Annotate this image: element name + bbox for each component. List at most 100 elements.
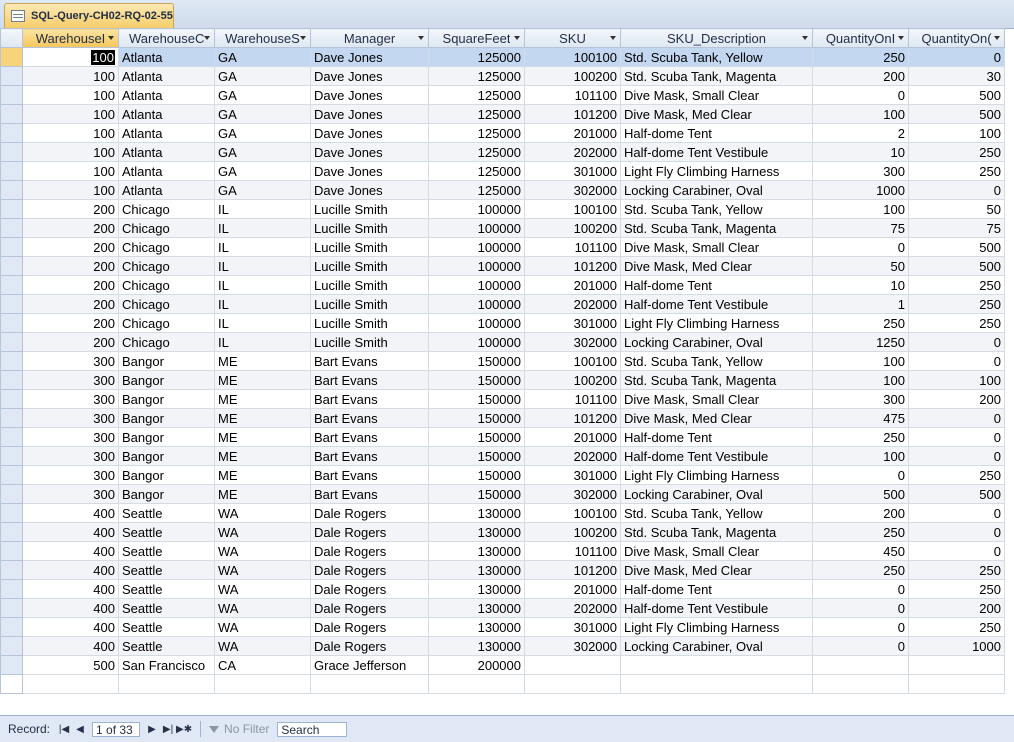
search-input[interactable]: Search xyxy=(277,721,348,737)
table-cell[interactable]: Std. Scuba Tank, Magenta xyxy=(620,370,813,390)
row-selector[interactable] xyxy=(0,275,23,295)
table-cell[interactable]: 300 xyxy=(22,389,119,409)
table-cell[interactable]: Dale Rogers xyxy=(310,617,429,637)
table-cell[interactable]: 100 xyxy=(22,47,119,67)
table-cell[interactable]: 400 xyxy=(22,503,119,523)
table-cell[interactable]: Half-dome Tent xyxy=(620,275,813,295)
table-row[interactable]: 100 Atlanta GA Dave Jones 125000 101100 Dive M… xyxy=(0,85,1005,105)
table-cell[interactable]: 500 xyxy=(908,256,1005,276)
table-cell[interactable]: 50 xyxy=(908,199,1005,219)
table-cell[interactable]: 100000 xyxy=(428,199,525,219)
table-cell[interactable]: Chicago xyxy=(118,237,215,257)
column-header[interactable]: SKU xyxy=(524,28,621,48)
table-cell[interactable]: 1000 xyxy=(812,180,909,200)
table-cell[interactable]: 250 xyxy=(908,617,1005,637)
table-cell[interactable]: 0 xyxy=(812,598,909,618)
table-cell[interactable]: 101100 xyxy=(524,85,621,105)
table-cell[interactable]: 100200 xyxy=(524,522,621,542)
table-row[interactable]: 200 Chicago IL Lucille Smith 100000 100200 Std… xyxy=(0,218,1005,238)
table-cell[interactable]: 100 xyxy=(22,66,119,86)
row-selector[interactable] xyxy=(0,617,23,637)
row-selector[interactable] xyxy=(0,408,23,428)
table-cell[interactable] xyxy=(812,655,909,675)
table-cell[interactable]: 100100 xyxy=(524,47,621,67)
table-cell[interactable]: Atlanta xyxy=(118,66,215,86)
table-cell[interactable]: Half-dome Tent Vestibule xyxy=(620,142,813,162)
table-cell[interactable]: 125000 xyxy=(428,47,525,67)
table-cell[interactable]: Dave Jones xyxy=(310,161,429,181)
table-cell[interactable]: Grace Jefferson xyxy=(310,655,429,675)
table-cell[interactable] xyxy=(428,674,525,694)
table-cell[interactable]: IL xyxy=(214,313,311,333)
table-row[interactable]: 100 Atlanta GA Dave Jones 125000 101200 Dive M… xyxy=(0,104,1005,124)
table-cell[interactable]: 100 xyxy=(812,351,909,371)
table-row[interactable]: 400 Seattle WA Dale Rogers 130000 100100 Std. … xyxy=(0,503,1005,523)
table-cell[interactable]: 200 xyxy=(22,218,119,238)
table-cell[interactable]: Bangor xyxy=(118,484,215,504)
table-cell[interactable]: Std. Scuba Tank, Magenta xyxy=(620,218,813,238)
table-cell[interactable] xyxy=(118,674,215,694)
table-cell[interactable]: Bart Evans xyxy=(310,351,429,371)
table-cell[interactable]: 0 xyxy=(812,617,909,637)
table-cell[interactable] xyxy=(908,655,1005,675)
table-cell[interactable]: 400 xyxy=(22,579,119,599)
table-cell[interactable]: 101100 xyxy=(524,237,621,257)
table-cell[interactable]: 100 xyxy=(22,142,119,162)
table-row[interactable]: 100 Atlanta GA Dave Jones 125000 100100 Std. S… xyxy=(0,47,1005,67)
table-cell[interactable]: 250 xyxy=(812,313,909,333)
table-cell[interactable]: Seattle xyxy=(118,503,215,523)
table-cell[interactable]: 500 xyxy=(908,85,1005,105)
table-cell[interactable]: Dave Jones xyxy=(310,66,429,86)
table-cell[interactable]: Atlanta xyxy=(118,142,215,162)
table-cell[interactable]: 201000 xyxy=(524,427,621,447)
table-cell[interactable]: 400 xyxy=(22,617,119,637)
table-cell[interactable]: 2 xyxy=(812,123,909,143)
table-cell[interactable]: Bangor xyxy=(118,408,215,428)
table-cell[interactable]: 201000 xyxy=(524,579,621,599)
table-cell[interactable]: 250 xyxy=(812,427,909,447)
table-cell[interactable]: 150000 xyxy=(428,389,525,409)
table-cell[interactable]: GA xyxy=(214,47,311,67)
table-cell[interactable]: 500 xyxy=(908,484,1005,504)
table-cell[interactable]: Dale Rogers xyxy=(310,503,429,523)
table-cell[interactable]: Dale Rogers xyxy=(310,636,429,656)
table-cell[interactable]: ME xyxy=(214,446,311,466)
table-cell[interactable]: 0 xyxy=(908,351,1005,371)
table-cell[interactable]: Lucille Smith xyxy=(310,218,429,238)
table-row[interactable]: 400 Seattle WA Dale Rogers 130000 101200 Dive … xyxy=(0,560,1005,580)
table-cell[interactable]: Chicago xyxy=(118,275,215,295)
table-cell[interactable]: 200 xyxy=(22,332,119,352)
select-all-corner[interactable] xyxy=(0,28,23,48)
table-cell[interactable] xyxy=(908,674,1005,694)
current-record-field[interactable]: 1 of 33 xyxy=(92,721,141,737)
table-cell[interactable]: 100000 xyxy=(428,256,525,276)
table-row[interactable]: 200 Chicago IL Lucille Smith 100000 101100 Div… xyxy=(0,237,1005,257)
table-cell[interactable]: Locking Carabiner, Oval xyxy=(620,484,813,504)
table-cell[interactable]: 130000 xyxy=(428,560,525,580)
row-selector[interactable] xyxy=(0,161,23,181)
table-cell[interactable]: Dale Rogers xyxy=(310,541,429,561)
table-cell[interactable]: ME xyxy=(214,370,311,390)
table-cell[interactable]: 200 xyxy=(22,294,119,314)
row-selector[interactable] xyxy=(0,237,23,257)
table-cell[interactable]: 500 xyxy=(22,655,119,675)
table-cell[interactable]: 125000 xyxy=(428,161,525,181)
table-cell[interactable]: 130000 xyxy=(428,503,525,523)
table-cell[interactable]: 101100 xyxy=(524,389,621,409)
table-cell[interactable]: 75 xyxy=(812,218,909,238)
table-cell[interactable]: GA xyxy=(214,104,311,124)
table-cell[interactable]: 125000 xyxy=(428,180,525,200)
table-cell[interactable]: Dive Mask, Small Clear xyxy=(620,541,813,561)
table-row[interactable]: 100 Atlanta GA Dave Jones 125000 301000 Light … xyxy=(0,161,1005,181)
table-cell[interactable] xyxy=(214,674,311,694)
table-cell[interactable]: Seattle xyxy=(118,636,215,656)
table-cell[interactable]: Half-dome Tent Vestibule xyxy=(620,598,813,618)
table-cell[interactable]: Lucille Smith xyxy=(310,332,429,352)
table-cell[interactable]: 301000 xyxy=(524,161,621,181)
table-cell[interactable]: Lucille Smith xyxy=(310,313,429,333)
table-cell[interactable]: Bangor xyxy=(118,465,215,485)
row-selector[interactable] xyxy=(0,332,23,352)
table-cell[interactable]: Dive Mask, Small Clear xyxy=(620,237,813,257)
table-cell[interactable]: Atlanta xyxy=(118,85,215,105)
table-cell[interactable]: 100000 xyxy=(428,294,525,314)
